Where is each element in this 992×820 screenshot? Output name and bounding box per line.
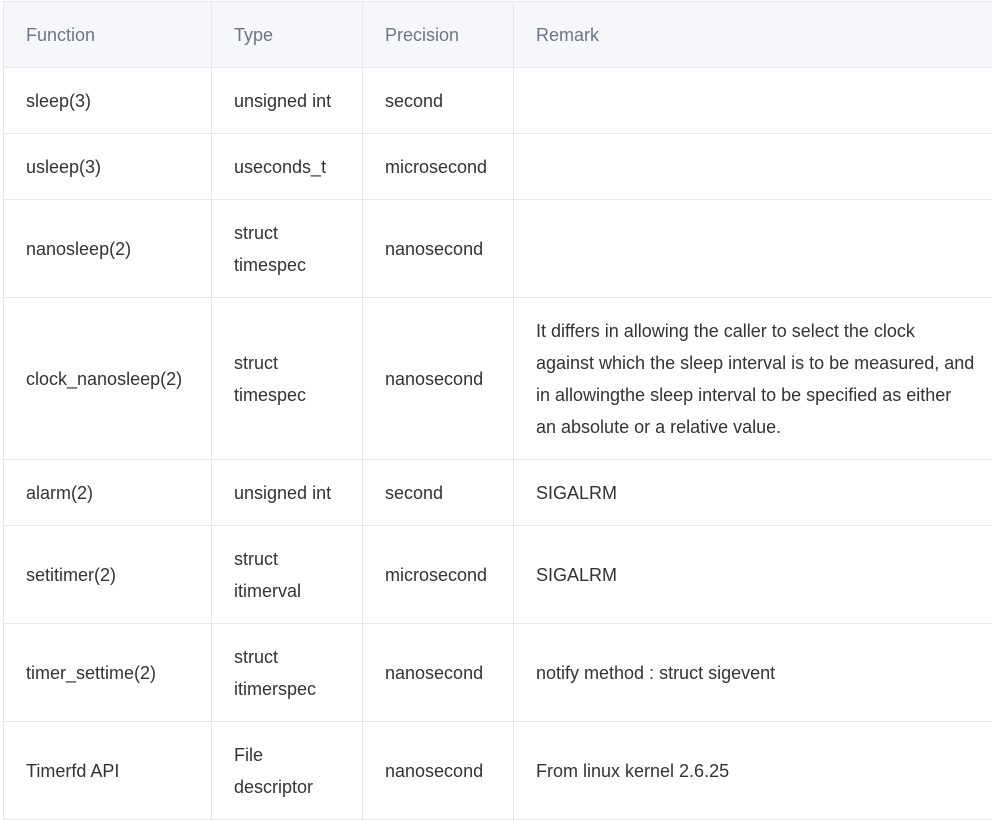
header-function: Function	[4, 2, 212, 68]
cell-type-line: timespec	[234, 249, 362, 281]
table-row: alarm(2) unsigned int second SIGALRM	[4, 460, 992, 526]
cell-remark	[514, 134, 992, 200]
cell-precision: microsecond	[363, 134, 514, 200]
header-precision: Precision	[363, 2, 514, 68]
cell-precision: nanosecond	[363, 200, 514, 298]
cell-function: nanosleep(2)	[4, 200, 212, 298]
cell-type-line: timespec	[234, 379, 362, 411]
cell-type-line: itimerval	[234, 575, 362, 607]
table-row: Timerfd API File descriptor nanosecond F…	[4, 722, 992, 820]
cell-type: unsigned int	[212, 68, 363, 134]
table-header: Function Type Precision Remark	[4, 2, 992, 68]
cell-function: setitimer(2)	[4, 526, 212, 624]
cell-precision: nanosecond	[363, 298, 514, 460]
cell-function: usleep(3)	[4, 134, 212, 200]
cell-remark: notify method : struct sigevent	[514, 624, 992, 722]
cell-type: useconds_t	[212, 134, 363, 200]
cell-type-line: struct	[234, 543, 362, 575]
cell-function: Timerfd API	[4, 722, 212, 820]
header-row: Function Type Precision Remark	[4, 2, 992, 68]
table-row: clock_nanosleep(2) struct timespec nanos…	[4, 298, 992, 460]
cell-function: timer_settime(2)	[4, 624, 212, 722]
cell-precision: second	[363, 460, 514, 526]
cell-precision: nanosecond	[363, 624, 514, 722]
cell-type-line: struct	[234, 347, 362, 379]
cell-function: sleep(3)	[4, 68, 212, 134]
table-row: usleep(3) useconds_t microsecond	[4, 134, 992, 200]
cell-remark: From linux kernel 2.6.25	[514, 722, 992, 820]
header-remark: Remark	[514, 2, 992, 68]
cell-precision: second	[363, 68, 514, 134]
table-row: setitimer(2) struct itimerval microsecon…	[4, 526, 992, 624]
cell-precision: nanosecond	[363, 722, 514, 820]
cell-remark	[514, 200, 992, 298]
cell-type: struct timespec	[212, 298, 363, 460]
cell-function: clock_nanosleep(2)	[4, 298, 212, 460]
table-body: sleep(3) unsigned int second usleep(3) u…	[4, 68, 992, 820]
cell-remark: SIGALRM	[514, 526, 992, 624]
cell-function: alarm(2)	[4, 460, 212, 526]
cell-remark	[514, 68, 992, 134]
cell-type-line: File	[234, 739, 362, 771]
cell-remark: It differs in allowing the caller to sel…	[514, 298, 992, 460]
cell-type: unsigned int	[212, 460, 363, 526]
table-row: nanosleep(2) struct timespec nanosecond	[4, 200, 992, 298]
cell-type: struct itimerspec	[212, 624, 363, 722]
timer-functions-table: Function Type Precision Remark sleep(3) …	[3, 1, 992, 820]
cell-type: struct itimerval	[212, 526, 363, 624]
header-type: Type	[212, 2, 363, 68]
cell-type-line: unsigned int	[234, 477, 362, 509]
cell-precision: microsecond	[363, 526, 514, 624]
cell-type-line: itimerspec	[234, 673, 362, 705]
cell-type-line: useconds_t	[234, 151, 362, 183]
cell-type-line: struct	[234, 217, 362, 249]
cell-remark: SIGALRM	[514, 460, 992, 526]
table-row: sleep(3) unsigned int second	[4, 68, 992, 134]
cell-type: struct timespec	[212, 200, 363, 298]
table-row: timer_settime(2) struct itimerspec nanos…	[4, 624, 992, 722]
cell-type: File descriptor	[212, 722, 363, 820]
cell-type-line: struct	[234, 641, 362, 673]
cell-type-line: unsigned int	[234, 85, 362, 117]
cell-type-line: descriptor	[234, 771, 362, 803]
